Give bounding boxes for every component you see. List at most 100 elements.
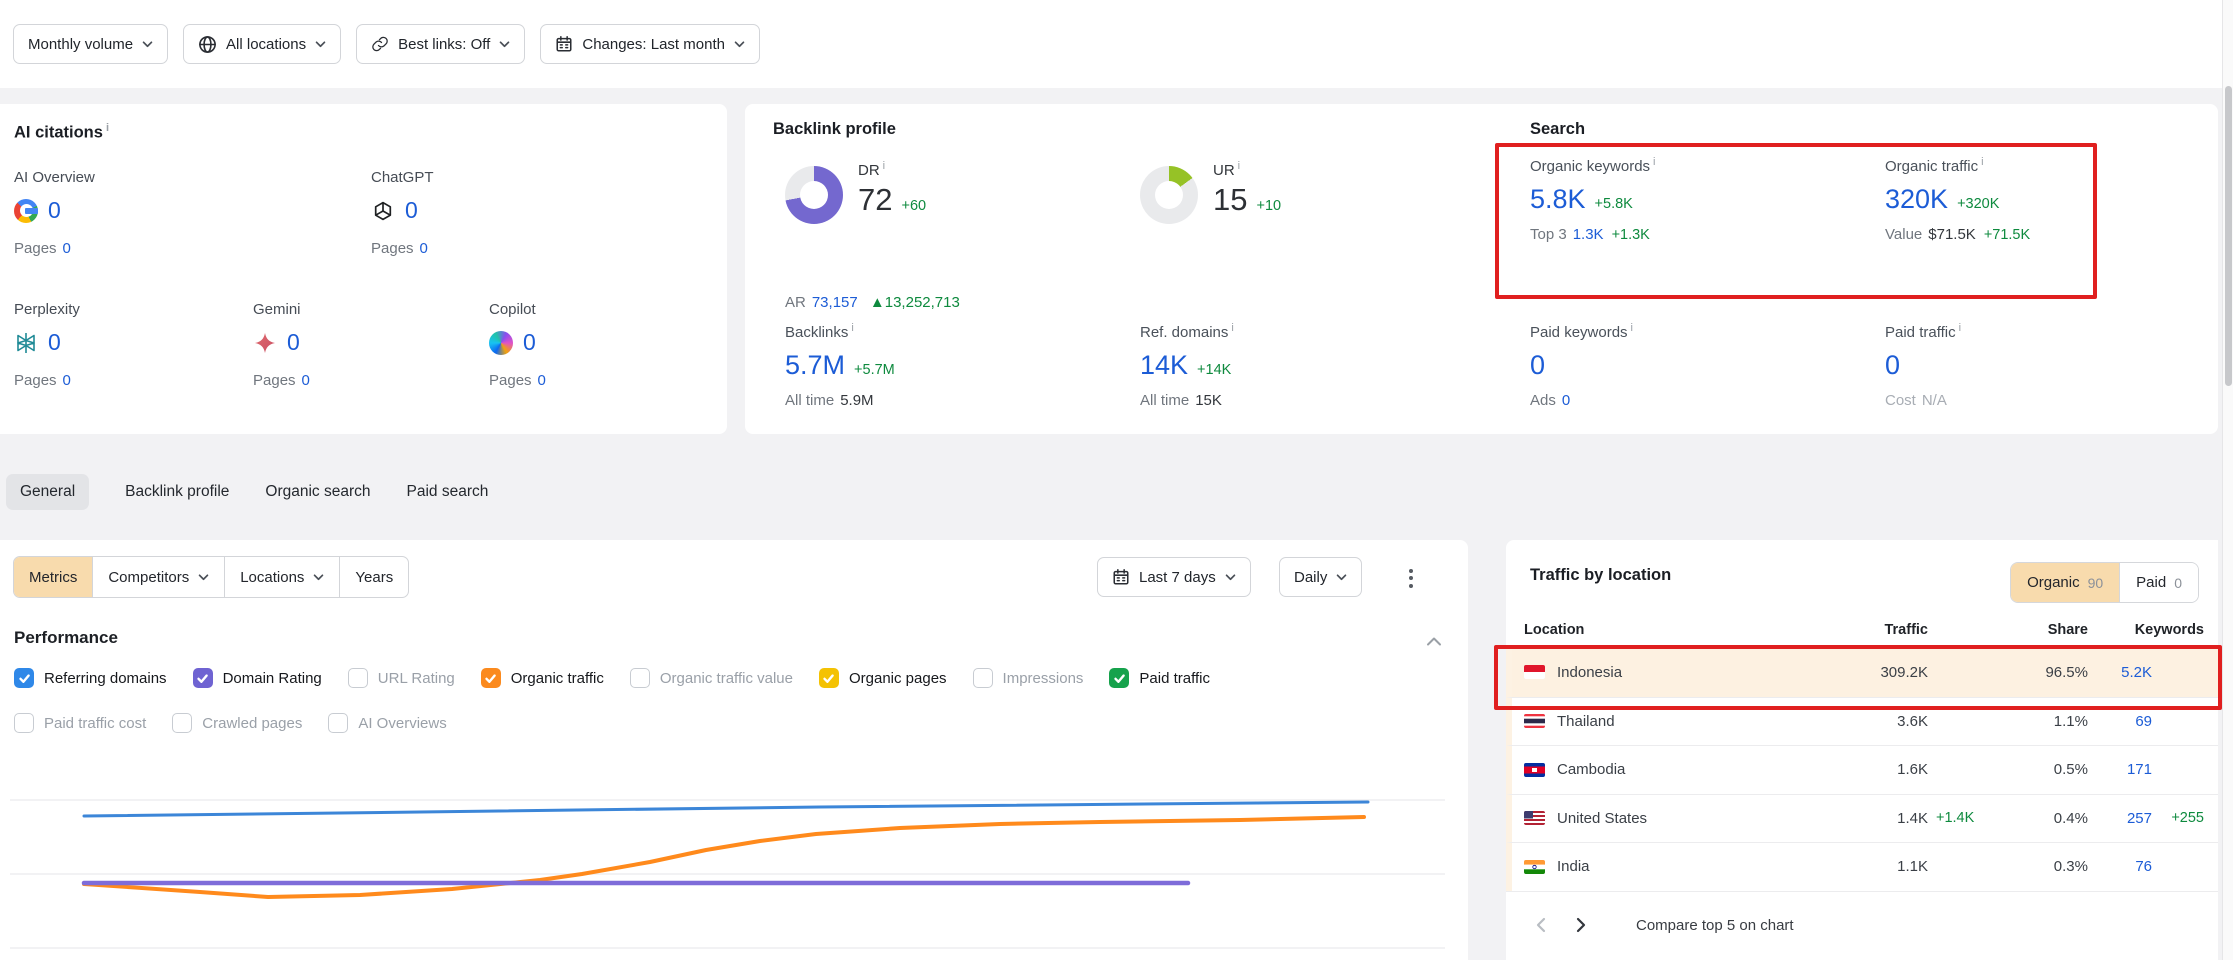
segment-competitors[interactable]: Competitors [92,557,224,597]
table-row-united-states[interactable]: United States 1.4K +1.4K 0.4% 257 +255 [1506,794,2218,843]
scrollbar-thumb[interactable] [2225,86,2232,386]
ai-overview-pages-link[interactable]: 0 [63,240,71,257]
info-icon[interactable]: i [883,160,885,172]
toggle-organic[interactable]: Organic90 [2011,563,2119,602]
chevron-down-icon [198,574,209,581]
info-icon[interactable]: i [851,322,853,334]
info-icon[interactable]: i [1238,160,1240,172]
copilot-pages-link[interactable]: 0 [538,372,546,389]
checkbox-paid-traffic[interactable]: Paid traffic [1109,668,1210,688]
keywords-link[interactable]: 76 [2088,858,2152,875]
backlink-profile-title: Backlink profile [773,120,896,139]
checkbox-box [14,713,34,733]
segment-years[interactable]: Years [339,557,408,597]
gemini-count: 0 [287,329,300,356]
column-traffic: Traffic [1778,622,1928,638]
chatgpt-count: 0 [405,197,418,224]
organic-keywords-value[interactable]: 5.8K [1530,184,1586,215]
info-icon[interactable]: i [1231,322,1233,334]
keywords-link[interactable]: 171 [2088,761,2152,778]
next-page-chevron-icon[interactable] [1570,914,1592,936]
all-locations-dropdown[interactable]: All locations [183,24,341,64]
checkbox-organic-pages[interactable]: Organic pages [819,668,947,688]
perplexity-metric: Perplexity 0 Pages0 [14,301,253,389]
link-icon [371,35,389,53]
toggle-paid[interactable]: Paid0 [2119,563,2198,602]
gemini-metric: Gemini 0 Pages0 [253,301,489,389]
checkbox-organic-traffic[interactable]: Organic traffic [481,668,604,688]
checkbox-box [819,668,839,688]
changes-period-dropdown[interactable]: Changes: Last month [540,24,760,64]
location-table-body: Indonesia 309.2K 96.5% 5.2K Thailand 3.6… [1506,648,2218,891]
granularity-dropdown[interactable]: Daily [1279,557,1362,597]
table-row-thailand[interactable]: Thailand 3.6K 1.1% 69 [1506,697,2218,746]
checkbox-crawled-pages[interactable]: Crawled pages [172,713,302,733]
checkbox-ai-overviews[interactable]: AI Overviews [328,713,446,733]
previous-page-chevron-icon[interactable] [1530,914,1552,936]
location-table-footer: Compare top 5 on chart [1506,890,2218,960]
checkbox-box [630,668,650,688]
keywords-link[interactable]: 257 [2088,810,2152,827]
changes-period-label: Changes: Last month [582,36,725,53]
flag-cambodia-icon [1524,763,1545,777]
authority-rank: AR73,157 ▲13,252,713 [785,294,1125,311]
more-options-kebab-icon[interactable] [1398,564,1424,592]
chatgpt-pages-link[interactable]: 0 [420,240,428,257]
ads-count-link[interactable]: 0 [1562,392,1570,409]
info-icon[interactable]: i [1959,322,1961,334]
segment-metrics[interactable]: Metrics [14,557,92,597]
ai-citations-row-2: Perplexity 0 Pages0 Gemini 0 Pages0 Copi… [14,301,713,389]
checkbox-box [481,668,501,688]
table-row-indonesia[interactable]: Indonesia 309.2K 96.5% 5.2K [1506,648,2218,697]
segment-locations[interactable]: Locations [224,557,339,597]
perplexity-pages-link[interactable]: 0 [63,372,71,389]
backlinks-value[interactable]: 5.7M [785,350,845,381]
compare-top5-button[interactable]: Compare top 5 on chart [1636,917,1794,934]
flag-united-states-icon [1524,811,1545,825]
performance-title: Performance [14,628,118,648]
monthly-volume-dropdown[interactable]: Monthly volume [13,24,168,64]
checkbox-url-rating[interactable]: URL Rating [348,668,455,688]
checkbox-box [172,713,192,733]
checkbox-domain-rating[interactable]: Domain Rating [193,668,322,688]
calendar-icon [555,35,573,53]
gemini-pages-link[interactable]: 0 [302,372,310,389]
organic-traffic-value[interactable]: 320K [1885,184,1948,215]
checkbox-paid-traffic-cost[interactable]: Paid traffic cost [14,713,146,733]
tab-backlink-profile[interactable]: Backlink profile [125,474,229,510]
performance-panel: Metrics Competitors Locations Years Last… [0,540,1468,960]
info-icon[interactable]: i [106,122,109,134]
top3-keywords-link[interactable]: 1.3K [1573,226,1604,243]
table-row-cambodia[interactable]: Cambodia 1.6K 0.5% 171 [1506,745,2218,794]
organic-traffic-metric: Organic traffici 320K+320K Value$71.5K+7… [1885,156,2225,243]
info-icon[interactable]: i [1653,156,1655,168]
keywords-link[interactable]: 69 [2088,713,2152,730]
info-icon[interactable]: i [1981,156,1983,168]
checkbox-organic-traffic-value[interactable]: Organic traffic value [630,668,793,688]
paid-traffic-value[interactable]: 0 [1885,350,1900,381]
all-locations-label: All locations [226,36,306,53]
gemini-icon [253,331,277,355]
chevron-down-icon [1225,574,1236,581]
ur-delta: +10 [1256,198,1281,214]
info-icon[interactable]: i [1631,322,1633,334]
organic-keywords-delta: +5.8K [1595,196,1633,212]
ref-domains-value[interactable]: 14K [1140,350,1188,381]
ai-overview-count: 0 [48,197,61,224]
performance-line-chart[interactable] [0,738,1468,960]
top-toolbar: Monthly volume All locations Best links:… [0,0,2233,88]
date-range-dropdown[interactable]: Last 7 days [1097,557,1251,597]
keywords-link[interactable]: 5.2K [2088,664,2152,681]
best-links-dropdown[interactable]: Best links: Off [356,24,525,64]
table-row-india[interactable]: India 1.1K 0.3% 76 [1506,842,2218,891]
tab-organic-search[interactable]: Organic search [265,474,370,510]
metric-checkbox-row-1: Referring domains Domain Rating URL Rati… [14,668,1210,688]
tab-paid-search[interactable]: Paid search [407,474,489,510]
checkbox-referring-domains[interactable]: Referring domains [14,668,167,688]
paid-keywords-value[interactable]: 0 [1530,350,1545,381]
collapse-chevron-up-icon[interactable] [1426,634,1442,652]
tab-general[interactable]: General [6,474,89,510]
checkbox-impressions[interactable]: Impressions [973,668,1084,688]
ar-value-link[interactable]: 73,157 [812,294,858,311]
column-location: Location [1524,622,1778,638]
